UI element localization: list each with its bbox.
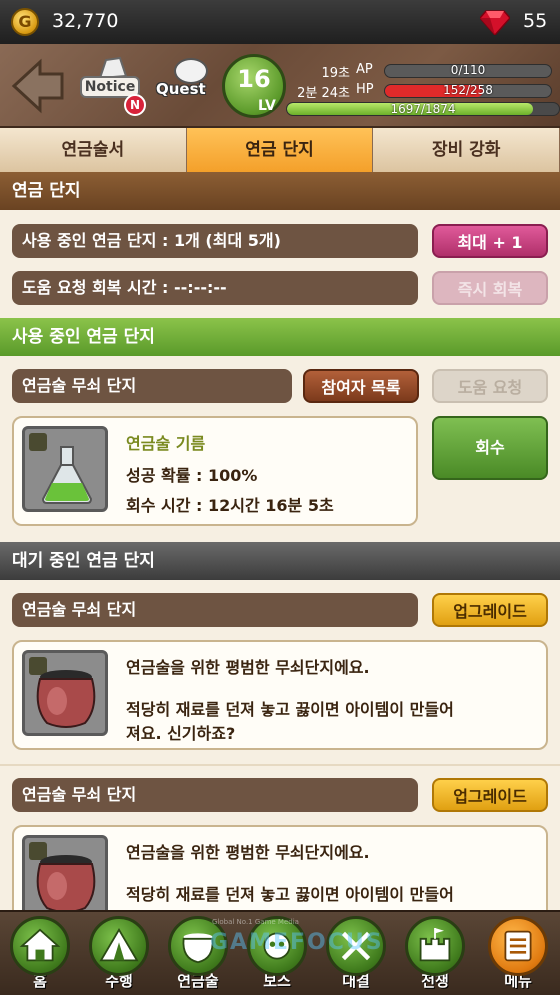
active-pot-name: 연금술 무쇠 단지 [12, 369, 292, 403]
section-title-pot: 연금 단지 [0, 172, 560, 210]
exp-value: 1697/1874 [390, 102, 456, 116]
active-item-title: 연금술 기름 [126, 434, 206, 453]
pot-desc-line1: 연금술을 위한 평범한 무쇠단지에요. [126, 843, 370, 862]
nav-war[interactable]: 전쟁 [401, 916, 469, 995]
nav-home[interactable]: 홈 [6, 916, 74, 995]
hp-label: HP [356, 82, 374, 97]
iron-pot-icon [36, 670, 96, 728]
nav-duel[interactable]: 대결 [322, 916, 390, 995]
tent-icon [89, 916, 149, 976]
ruby-amount: 55 [523, 10, 548, 32]
tab-alchemy-pot[interactable]: 연금 단지 [186, 128, 374, 172]
ap-label: AP [356, 62, 373, 77]
ap-value: 0/110 [450, 64, 486, 77]
nav-training[interactable]: 수행 [85, 916, 153, 995]
ruby-icon [480, 10, 510, 35]
flask-icon [41, 446, 93, 504]
notice-button[interactable]: Notice N [80, 56, 146, 116]
instant-recovery-button[interactable]: 즉시 회복 [432, 271, 548, 305]
pot-desc-line1: 연금술을 위한 평범한 무쇠단지에요. [126, 658, 370, 677]
ap-row: 19초 AP 0/110 [290, 62, 560, 81]
alchemy-tabs: 연금술서 연금 단지 장비 강화 [0, 128, 560, 172]
watermark-tagline: Global No.1 Game Media [212, 918, 299, 926]
section-title-waiting: 대기 중인 연금 단지 [0, 542, 560, 580]
home-icon [10, 916, 70, 976]
menu-icon [488, 916, 548, 976]
quest-button[interactable]: Quest [152, 56, 214, 114]
hp-value: 152/258 [443, 84, 493, 97]
nav-alchemy[interactable]: 연금술 [164, 916, 232, 995]
watermark-logo: GAMEFOCUS [210, 930, 384, 955]
hp-bar: 152/258 [384, 84, 552, 98]
pot-desc-line2: 적당히 재료를 던져 놓고 끓이면 아이템이 만들어 [126, 885, 454, 904]
collect-time: 회수 시간 : 12시간 16분 5초 [126, 496, 334, 515]
pot-desc-line3: 져요. 신기하죠? [126, 724, 236, 743]
hp-timer: 2분 24초 [297, 86, 350, 101]
help-request-button[interactable]: 도움 요청 [432, 369, 548, 403]
quest-label: Quest [156, 80, 206, 98]
castle-icon [405, 916, 465, 976]
item-slot [22, 650, 108, 736]
notice-new-badge: N [124, 94, 146, 116]
tab-alchemy-book[interactable]: 연금술서 [0, 128, 187, 172]
level-badge: 16 [222, 54, 286, 118]
gold-amount: 32,770 [52, 10, 119, 32]
gold-coin-icon: G [11, 8, 39, 36]
collect-button[interactable]: 회수 [432, 416, 548, 480]
max-plus-button[interactable]: 최대 + 1 [432, 224, 548, 258]
back-arrow-icon[interactable] [10, 58, 66, 114]
tab-equipment-upgrade[interactable]: 장비 강화 [373, 128, 560, 172]
upgrade-button-2[interactable]: 업그레이드 [432, 778, 548, 812]
section-title-active: 사용 중인 연금 단지 [0, 318, 560, 356]
level-number: 16 [237, 65, 271, 93]
exp-bar: 1697/1874 [286, 102, 560, 116]
waiting-pot-name-2: 연금술 무쇠 단지 [12, 778, 418, 812]
iron-pot-icon [36, 855, 96, 913]
active-pot-card: 연금술 기름 성공 확률 : 100% 회수 시간 : 12시간 16분 5초 [12, 416, 418, 526]
success-rate: 성공 확률 : 100% [126, 466, 258, 485]
hp-row: 2분 24초 HP 152/258 [290, 82, 560, 101]
ap-timer: 19초 [321, 66, 350, 81]
participants-list-button[interactable]: 참여자 목록 [303, 369, 419, 403]
pot-usage-info: 사용 중인 연금 단지 : 1개 (최대 5개) [12, 224, 418, 258]
top-status-bar: G 32,770 55 [0, 0, 560, 44]
upgrade-button-1[interactable]: 업그레이드 [432, 593, 548, 627]
item-slot [22, 426, 108, 512]
item-slot [22, 835, 108, 921]
divider [0, 764, 560, 766]
nav-menu[interactable]: 메뉴 [484, 916, 552, 995]
pot-desc-line2: 적당히 재료를 던져 놓고 끓이면 아이템이 만들어 [126, 700, 454, 719]
waiting-pot-name-1: 연금술 무쇠 단지 [12, 593, 418, 627]
help-recovery-info: 도움 요청 회복 시간 : --:--:-- [12, 271, 418, 305]
ap-bar: 0/110 [384, 64, 552, 78]
waiting-pot-card-1: 연금술을 위한 평범한 무쇠단지에요. 적당히 재료를 던져 놓고 끓이면 아이… [12, 640, 548, 750]
level-lv-label: LV [258, 98, 276, 114]
nav-boss[interactable]: 보스 [243, 916, 311, 995]
